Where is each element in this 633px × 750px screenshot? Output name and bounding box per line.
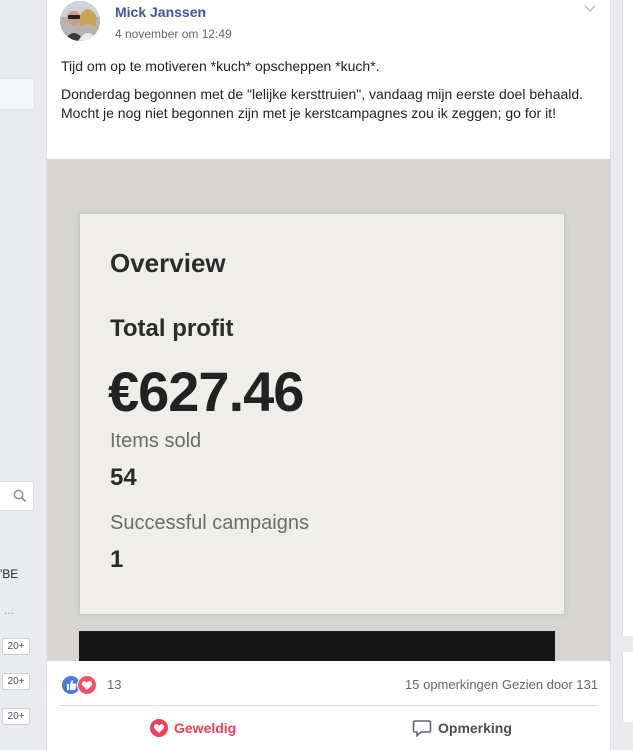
photo-dark-bar <box>79 631 555 661</box>
comment-count-link[interactable]: 15 opmerkingen <box>405 677 498 692</box>
avatar-photo <box>60 1 100 41</box>
post-text-line1: Tijd om op te motiveren *kuch* opscheppe… <box>61 58 380 74</box>
view-count[interactable]: Gezien door 131 <box>502 677 598 692</box>
campaigns-value: 1 <box>110 546 124 573</box>
love-button-label: Geweldig <box>174 720 237 736</box>
love-button[interactable]: Geweldig <box>150 716 236 740</box>
right-panel-2 <box>622 652 633 722</box>
items-sold-value: 54 <box>110 464 137 491</box>
right-panel <box>622 0 633 636</box>
sidebar-badge: 20+ <box>2 638 30 655</box>
post-photo[interactable]: Overview Total profit €627.46 Items sold… <box>47 159 610 661</box>
chevron-down-icon[interactable] <box>583 4 597 14</box>
author-avatar[interactable] <box>60 1 100 41</box>
total-profit-label: Total profit <box>110 315 234 342</box>
post-card: Mick Janssen 4 november om 12:49 Tijd om… <box>46 0 611 750</box>
love-reaction-icon <box>77 675 97 695</box>
divider <box>59 705 598 706</box>
reaction-count: 13 <box>107 677 122 692</box>
total-profit-value: €627.46 <box>108 360 304 423</box>
post-text-line2: Donderdag begonnen met de "lelijke kerst… <box>61 86 584 121</box>
post-timestamp[interactable]: 4 november om 12:49 <box>115 27 232 41</box>
sidebar-more[interactable]: ... <box>4 603 14 617</box>
comment-icon <box>412 720 432 737</box>
search-icon[interactable] <box>13 489 27 503</box>
comment-button[interactable]: Opmerking <box>412 716 512 740</box>
post-stats: 15 opmerkingen Gezien door 131 <box>405 677 598 692</box>
comment-button-label: Opmerking <box>438 720 512 736</box>
sidebar-panel[interactable] <box>0 78 35 110</box>
campaigns-label: Successful campaigns <box>110 512 309 534</box>
items-sold-label: Items sold <box>110 430 202 452</box>
sidebar-badge: 20+ <box>2 673 30 690</box>
sidebar-badge: 20+ <box>2 708 30 725</box>
love-icon <box>150 719 168 737</box>
left-sidebar: 'BE ... 20+ 20+ 20+ <box>0 0 36 750</box>
author-name[interactable]: Mick Janssen <box>115 4 206 20</box>
overview-heading: Overview <box>110 248 226 278</box>
overview-card: Overview Total profit €627.46 Items sold… <box>79 213 565 615</box>
sidebar-search[interactable] <box>0 481 34 511</box>
sidebar-label: 'BE <box>0 567 19 581</box>
